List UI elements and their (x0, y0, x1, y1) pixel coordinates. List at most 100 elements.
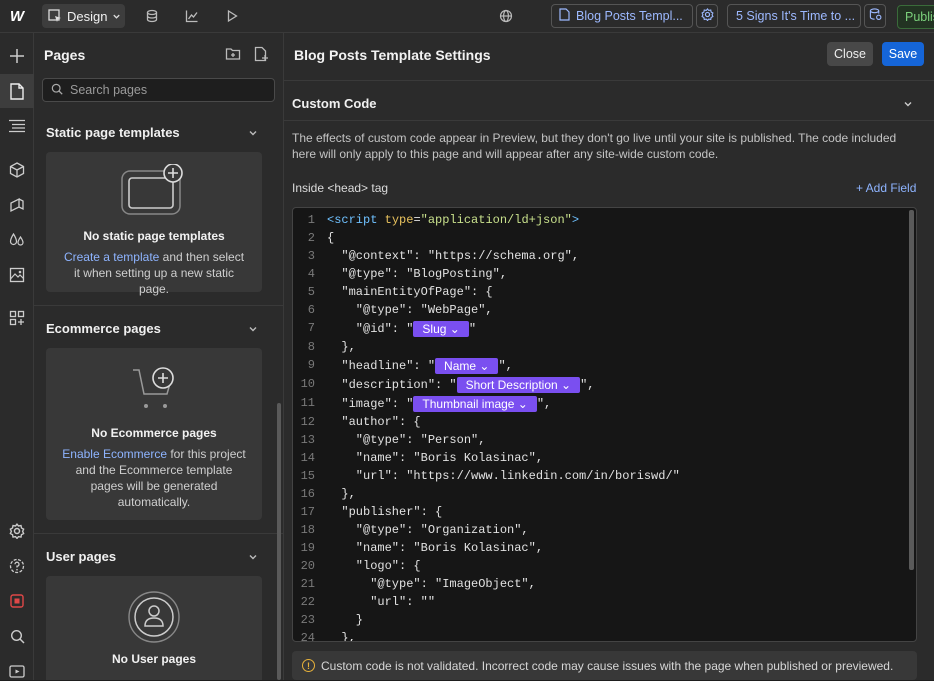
slug-field-chip[interactable]: Slug ⌄ (413, 321, 469, 337)
globe-icon[interactable] (498, 8, 514, 24)
collapse-static-chevron-icon[interactable] (248, 127, 260, 139)
pages-icon[interactable] (7, 81, 27, 101)
help-icon[interactable] (7, 556, 27, 576)
pages-panel-scrollbar[interactable] (277, 403, 281, 680)
top-bar: W Design Blog Posts Templ... 5 Signs It'… (0, 0, 934, 33)
line-number: 7 (307, 321, 315, 335)
video-tutorials-icon[interactable] (7, 661, 27, 681)
name-field-chip[interactable]: Name ⌄ (435, 358, 499, 374)
code-line: "@type": "WebPage", (327, 303, 493, 317)
cms-item-selector-label: 5 Signs It's Time to ... (736, 9, 856, 23)
create-template-link[interactable]: Create a template (64, 250, 159, 264)
line-number: 5 (307, 285, 315, 299)
search-pages-field[interactable] (42, 78, 275, 102)
webflow-logo-icon[interactable]: W (0, 0, 34, 33)
ecommerce-empty-card: No Ecommerce pages Enable Ecommerce for … (46, 348, 262, 520)
pages-panel: Pages Static page templates No static pa… (34, 33, 284, 680)
code-line: "description": " Short Description ⌄ ", (327, 377, 595, 393)
line-number: 3 (307, 249, 315, 263)
analytics-icon[interactable] (184, 8, 200, 24)
settings-divider (284, 80, 934, 81)
add-icon[interactable] (7, 46, 27, 66)
line-number: 6 (307, 303, 315, 317)
user-pages-empty-card: No User pages (46, 576, 262, 680)
head-code-editor[interactable]: 1 2 3 4 5 6 7 8 9 10 11 12 13 14 15 16 1… (292, 207, 917, 642)
thumbnail-image-field-chip[interactable]: Thumbnail image ⌄ (413, 396, 537, 412)
variables-icon[interactable] (7, 230, 27, 250)
apps-icon[interactable] (7, 308, 27, 328)
code-line: <script type="application/ld+json"> (327, 213, 580, 227)
line-number: 10 (300, 377, 315, 391)
line-number: 4 (307, 267, 315, 281)
page-settings-button[interactable] (696, 4, 718, 28)
cms-item-selector-pill[interactable]: 5 Signs It's Time to ... (727, 4, 861, 28)
enable-ecommerce-link[interactable]: Enable Ecommerce (62, 447, 167, 461)
collapse-custom-code-chevron-icon[interactable] (903, 98, 915, 110)
code-line: "@type": "ImageObject", (327, 577, 536, 591)
settings-icon[interactable] (7, 521, 27, 541)
code-line: }, (327, 487, 356, 501)
create-folder-icon[interactable] (225, 46, 241, 62)
page-settings-panel: Blog Posts Template Settings Close Save … (284, 33, 934, 680)
static-templates-heading: Static page templates (46, 125, 180, 140)
code-editor-scrollbar[interactable] (909, 210, 914, 570)
pages-divider (34, 305, 283, 306)
collapse-user-chevron-icon[interactable] (248, 551, 260, 563)
search-icon (51, 83, 63, 98)
cursor-icon (48, 8, 62, 24)
line-number: 8 (307, 340, 315, 354)
code-line: "url": "https://www.linkedin.com/in/bori… (327, 469, 680, 483)
pages-divider (34, 533, 283, 534)
code-line: "@type": "Organization", (327, 523, 529, 537)
database-icon[interactable] (144, 8, 160, 24)
record-icon[interactable] (7, 591, 27, 611)
static-empty-title: No static page templates (83, 229, 225, 243)
empty-template-icon (121, 163, 187, 216)
line-number: 18 (300, 523, 315, 537)
assets-icon[interactable] (7, 265, 27, 285)
code-line: } (327, 613, 364, 627)
design-mode-label: Design (67, 8, 108, 24)
page-selector-label: Blog Posts Templ... (576, 9, 683, 23)
close-button[interactable]: Close (827, 42, 873, 66)
cart-icon (131, 366, 177, 412)
code-line: }, (327, 340, 356, 354)
line-number: 12 (300, 415, 315, 429)
line-number: 23 (300, 613, 315, 627)
styles-icon[interactable] (7, 195, 27, 215)
page-icon (559, 8, 570, 24)
user-icon (127, 590, 181, 644)
line-number: 21 (300, 577, 315, 591)
components-icon[interactable] (7, 160, 27, 180)
collapse-ecommerce-chevron-icon[interactable] (248, 323, 260, 335)
inside-head-label: Inside <head> tag (292, 181, 389, 195)
code-line: { (327, 231, 335, 245)
line-number: 13 (300, 433, 315, 447)
search-pages-input[interactable] (70, 83, 260, 97)
user-pages-heading: User pages (46, 549, 117, 564)
design-mode-dropdown[interactable]: Design (42, 4, 125, 28)
search-icon[interactable] (7, 626, 27, 646)
code-line: "publisher": { (327, 505, 443, 519)
navigator-icon[interactable] (7, 116, 27, 136)
page-selector-pill[interactable]: Blog Posts Templ... (551, 4, 693, 28)
short-description-field-chip[interactable]: Short Description ⌄ (456, 377, 581, 393)
add-field-button[interactable]: + Add Field (856, 181, 916, 195)
cms-item-settings-button[interactable] (864, 4, 886, 28)
code-line: "mainEntityOfPage": { (327, 285, 493, 299)
line-number: 14 (300, 451, 315, 465)
save-button[interactable]: Save (882, 42, 924, 66)
line-number: 20 (300, 559, 315, 573)
pages-panel-title: Pages (44, 47, 86, 63)
user-empty-title: No User pages (111, 652, 197, 666)
create-page-icon[interactable] (253, 46, 269, 62)
line-number: 17 (300, 505, 315, 519)
play-icon[interactable] (224, 8, 240, 24)
code-line: "@type": "Person", (327, 433, 486, 447)
ecommerce-pages-heading: Ecommerce pages (46, 321, 161, 336)
line-number: 16 (300, 487, 315, 501)
code-line: "@type": "BlogPosting", (327, 267, 508, 281)
publish-button[interactable]: Publis (897, 5, 934, 29)
code-line: "headline": " Name ⌄ ", (327, 358, 513, 374)
static-templates-empty-card: No static page templates Create a templa… (46, 152, 262, 296)
